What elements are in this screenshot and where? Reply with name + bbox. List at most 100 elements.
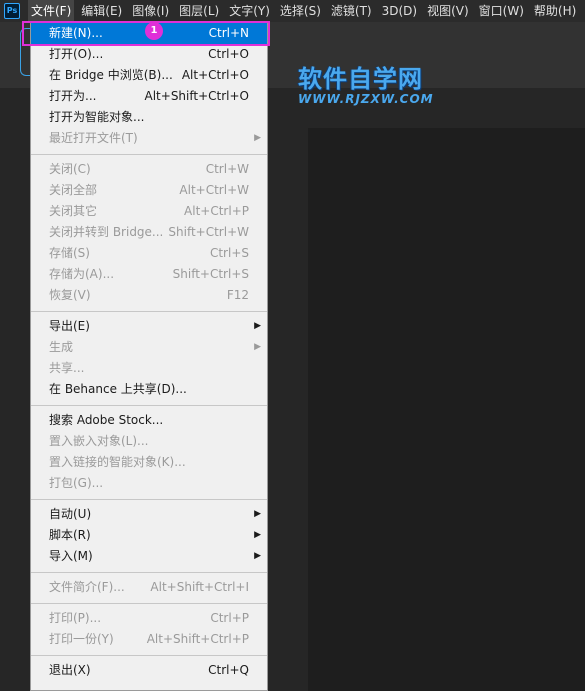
submenu-arrow-icon: ▶: [254, 551, 261, 561]
document-canvas-area: [308, 128, 585, 691]
menu-item-label: 打开为智能对象...: [49, 110, 145, 124]
file-menu-dropdown: 新建(N)... Ctrl+N 打开(O)... Ctrl+O 在 Bridge 中…: [30, 22, 268, 691]
menu-item-shortcut: F12: [226, 288, 249, 302]
menu-item-scripts[interactable]: 脚本(R) ▶: [31, 525, 267, 546]
menu-item-shortcut: Alt+Ctrl+O: [181, 68, 249, 82]
menu-item-exit[interactable]: 退出(X) Ctrl+Q: [31, 660, 267, 681]
menu-item-label: 恢复(V): [49, 288, 91, 302]
menu-layer[interactable]: 图层(L): [176, 0, 222, 22]
menu-item-label: 搜索 Adobe Stock...: [49, 413, 164, 427]
menu-item-label: 导出(E): [49, 319, 90, 333]
menu-item-close-all[interactable]: 关闭全部 Alt+Ctrl+W: [31, 180, 267, 201]
submenu-arrow-icon: ▶: [254, 133, 261, 143]
menu-item-shortcut: Ctrl+N: [208, 26, 249, 40]
menu-item-label: 关闭(C): [49, 162, 91, 176]
menu-item-shortcut: Alt+Shift+Ctrl+O: [144, 89, 249, 103]
menu-item-label: 打开(O)...: [49, 47, 104, 61]
menu-item-print-one-copy[interactable]: 打印一份(Y) Alt+Shift+Ctrl+P: [31, 629, 267, 650]
menu-item-label: 生成: [49, 340, 74, 354]
menu-item-label: 置入嵌入对象(L)...: [49, 434, 149, 448]
menu-type[interactable]: 文字(Y): [226, 0, 273, 22]
menu-item-export[interactable]: 导出(E) ▶: [31, 316, 267, 337]
menu-item-label: 自动(U): [49, 507, 92, 521]
menu-item-shortcut: Shift+Ctrl+W: [168, 225, 249, 239]
submenu-arrow-icon: ▶: [254, 342, 261, 352]
menu-item-search-adobe-stock[interactable]: 搜索 Adobe Stock...: [31, 410, 267, 431]
menu-item-label: 退出(X): [49, 663, 91, 677]
menu-file[interactable]: 文件(F): [28, 0, 75, 22]
menu-separator: [31, 405, 267, 406]
menu-view[interactable]: 视图(V): [424, 0, 472, 22]
menu-item-label: 文件简介(F)...: [49, 580, 125, 594]
menu-item-label: 存储为(A)...: [49, 267, 115, 281]
menu-item-generate[interactable]: 生成 ▶: [31, 337, 267, 358]
menu-item-shortcut: Ctrl+P: [210, 611, 249, 625]
menu-item-file-info[interactable]: 文件简介(F)... Alt+Shift+Ctrl+I: [31, 577, 267, 598]
menu-item-label: 导入(M): [49, 549, 93, 563]
menu-window[interactable]: 窗口(W): [476, 0, 527, 22]
menu-item-label: 打印(P)...: [49, 611, 102, 625]
menu-select[interactable]: 选择(S): [277, 0, 324, 22]
menu-item-label: 脚本(R): [49, 528, 91, 542]
menu-item-close-others[interactable]: 关闭其它 Alt+Ctrl+P: [31, 201, 267, 222]
menu-separator: [31, 311, 267, 312]
menu-item-shortcut: Ctrl+W: [205, 162, 249, 176]
menu-item-share-on-behance[interactable]: 在 Behance 上共享(D)...: [31, 379, 267, 400]
menu-item-open-as[interactable]: 打开为... Alt+Shift+Ctrl+O: [31, 86, 267, 107]
menu-item-open-as-smart-object[interactable]: 打开为智能对象...: [31, 107, 267, 128]
menu-item-share[interactable]: 共享...: [31, 358, 267, 379]
menu-item-save[interactable]: 存储(S) Ctrl+S: [31, 243, 267, 264]
menu-item-shortcut: Ctrl+O: [208, 47, 249, 61]
menu-item-label: 置入链接的智能对象(K)...: [49, 455, 186, 469]
watermark: 软件自学网 WWW.RJZXW.COM: [298, 66, 448, 106]
menu-item-automate[interactable]: 自动(U) ▶: [31, 504, 267, 525]
menu-item-save-as[interactable]: 存储为(A)... Shift+Ctrl+S: [31, 264, 267, 285]
photoshop-logo-icon: Ps: [4, 3, 20, 19]
watermark-url: WWW.RJZXW.COM: [298, 92, 434, 106]
menu-item-label: 关闭全部: [49, 183, 98, 197]
submenu-arrow-icon: ▶: [254, 321, 261, 331]
menu-help[interactable]: 帮助(H): [531, 0, 579, 22]
menu-item-place-embedded[interactable]: 置入嵌入对象(L)...: [31, 431, 267, 452]
menu-item-label: 关闭其它: [49, 204, 98, 218]
menu-item-shortcut: Alt+Ctrl+P: [184, 204, 249, 218]
menu-item-label: 最近打开文件(T): [49, 131, 138, 145]
menu-item-shortcut: Alt+Shift+Ctrl+P: [146, 632, 249, 646]
menu-item-browse-in-bridge[interactable]: 在 Bridge 中浏览(B)... Alt+Ctrl+O: [31, 65, 267, 86]
submenu-arrow-icon: ▶: [254, 509, 261, 519]
menu-item-label: 打印一份(Y): [49, 632, 114, 646]
menu-item-package[interactable]: 打包(G)...: [31, 473, 267, 494]
menu-separator: [31, 603, 267, 604]
menu-item-label: 共享...: [49, 361, 85, 375]
submenu-arrow-icon: ▶: [254, 530, 261, 540]
menu-separator: [31, 154, 267, 155]
menu-item-shortcut: Shift+Ctrl+S: [172, 267, 249, 281]
menu-item-label: 在 Bridge 中浏览(B)...: [49, 68, 173, 82]
menu-item-label: 关闭并转到 Bridge...: [49, 225, 164, 239]
menu-item-shortcut: Ctrl+Q: [208, 663, 249, 677]
menu-item-close-and-go-to-bridge[interactable]: 关闭并转到 Bridge... Shift+Ctrl+W: [31, 222, 267, 243]
menu-item-place-linked[interactable]: 置入链接的智能对象(K)...: [31, 452, 267, 473]
menu-bar: Ps 文件(F) 编辑(E) 图像(I) 图层(L) 文字(Y) 选择(S) 滤…: [0, 0, 585, 22]
menu-item-shortcut: Alt+Ctrl+W: [179, 183, 249, 197]
menu-item-open-recent[interactable]: 最近打开文件(T) ▶: [31, 128, 267, 149]
menu-image[interactable]: 图像(I): [129, 0, 172, 22]
menu-item-label: 新建(N)...: [49, 26, 103, 40]
menu-item-close[interactable]: 关闭(C) Ctrl+W: [31, 159, 267, 180]
menu-item-shortcut: Ctrl+S: [209, 246, 249, 260]
menu-filter[interactable]: 滤镜(T): [328, 0, 375, 22]
menu-item-import[interactable]: 导入(M) ▶: [31, 546, 267, 567]
menu-item-open[interactable]: 打开(O)... Ctrl+O: [31, 44, 267, 65]
step-number-badge: 1: [145, 22, 163, 40]
menu-edit[interactable]: 编辑(E): [78, 0, 125, 22]
menu-separator: [31, 572, 267, 573]
menu-separator: [31, 499, 267, 500]
menu-item-label: 打开为...: [49, 89, 97, 103]
menu-item-label: 存储(S): [49, 246, 90, 260]
menu-item-revert[interactable]: 恢复(V) F12: [31, 285, 267, 306]
menu-item-label: 打包(G)...: [49, 476, 104, 490]
menu-separator: [31, 655, 267, 656]
watermark-title: 软件自学网: [298, 65, 423, 93]
menu-item-print[interactable]: 打印(P)... Ctrl+P: [31, 608, 267, 629]
menu-3d[interactable]: 3D(D): [379, 0, 420, 22]
